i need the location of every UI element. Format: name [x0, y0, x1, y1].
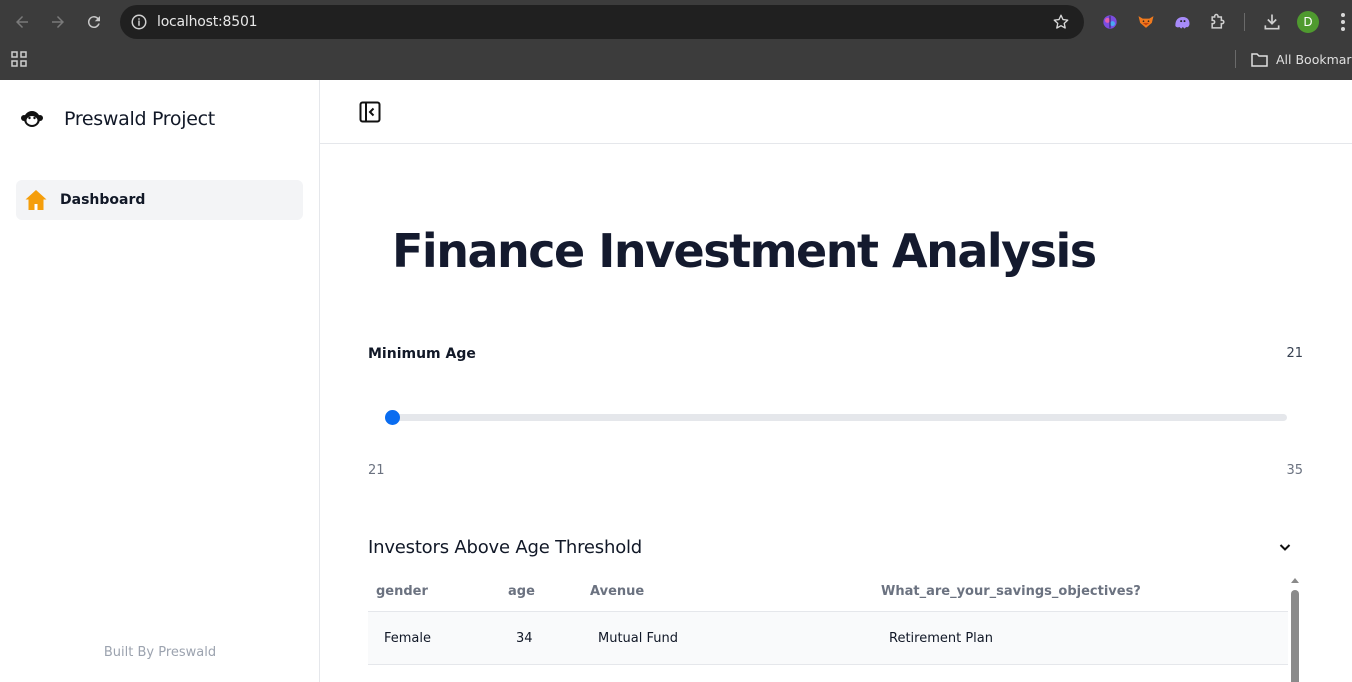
extensions-puzzle-icon[interactable] [1207, 11, 1229, 33]
slider-label: Minimum Age [368, 346, 476, 362]
age-slider-track[interactable] [385, 410, 1287, 425]
table-cell: Retirement Plan [889, 631, 993, 646]
table-cell: Mutual Fund [598, 631, 678, 646]
slider-max-label: 35 [1286, 463, 1303, 478]
folder-icon [1251, 52, 1268, 67]
address-bar[interactable]: localhost:8501 [120, 5, 1084, 39]
slider-current-value: 21 [1286, 346, 1303, 361]
forward-button[interactable] [46, 10, 70, 34]
table-section-title[interactable]: Investors Above Age Threshold [368, 537, 642, 558]
bookmarks-divider [1235, 50, 1236, 68]
age-slider-thumb[interactable] [385, 410, 400, 425]
topbar [320, 80, 1352, 144]
apps-grid-icon[interactable] [11, 51, 27, 67]
extension-ghost-icon[interactable] [1171, 11, 1193, 33]
scroll-up-arrow-icon[interactable] [1290, 576, 1300, 584]
brand: Preswald Project [20, 107, 215, 131]
table-row[interactable]: Female 34 Mutual Fund Retirement Plan [368, 612, 1288, 665]
column-header[interactable]: age [508, 584, 535, 599]
toolbar-divider [1244, 13, 1245, 31]
app: Preswald Project Dashboard Built By Pres… [0, 80, 1352, 682]
column-header[interactable]: gender [376, 584, 428, 599]
reload-icon [87, 16, 100, 29]
bookmark-star-icon[interactable] [1052, 13, 1070, 31]
column-header[interactable]: Avenue [590, 584, 644, 599]
slider-min-label: 21 [368, 463, 385, 478]
more-menu-icon[interactable] [1334, 11, 1352, 33]
app-name: Preswald Project [64, 108, 215, 130]
sidebar: Preswald Project Dashboard Built By Pres… [0, 80, 320, 682]
sidebar-item-label: Dashboard [60, 192, 146, 208]
chevron-down-icon[interactable] [1277, 539, 1293, 555]
info-icon[interactable] [130, 13, 148, 31]
extension-fox-icon[interactable] [1135, 11, 1157, 33]
back-button[interactable] [10, 10, 34, 34]
browser-chrome: localhost:8501 D All Bookmarks [0, 0, 1352, 80]
table-scrollbar-thumb[interactable] [1291, 590, 1299, 682]
table-cell: Female [384, 631, 432, 646]
all-bookmarks-label: All Bookmarks [1276, 51, 1352, 67]
collapse-sidebar-icon[interactable] [359, 101, 381, 123]
downloads-icon[interactable] [1261, 11, 1283, 33]
main-content: Finance Investment Analysis Minimum Age … [320, 144, 1352, 682]
table-header: gender age Avenue What_are_your_savings_… [368, 570, 1288, 612]
sidebar-item-dashboard[interactable]: Dashboard [16, 180, 303, 220]
profile-avatar[interactable]: D [1297, 11, 1319, 33]
monkey-logo-icon [21, 111, 43, 127]
investors-table: gender age Avenue What_are_your_savings_… [368, 570, 1288, 665]
reload-button[interactable] [82, 10, 106, 34]
url-text[interactable]: localhost:8501 [157, 14, 258, 30]
arrow-left-icon [16, 16, 28, 28]
arrow-right-icon [52, 16, 64, 28]
column-header[interactable]: What_are_your_savings_objectives? [881, 584, 1141, 599]
table-cell: 34 [516, 631, 533, 646]
home-icon [25, 190, 47, 210]
page-title: Finance Investment Analysis [392, 224, 1097, 278]
sidebar-footer: Built By Preswald [103, 645, 217, 660]
all-bookmarks-button[interactable]: All Bookmarks [1251, 50, 1352, 68]
extension-brain-icon[interactable] [1099, 11, 1121, 33]
